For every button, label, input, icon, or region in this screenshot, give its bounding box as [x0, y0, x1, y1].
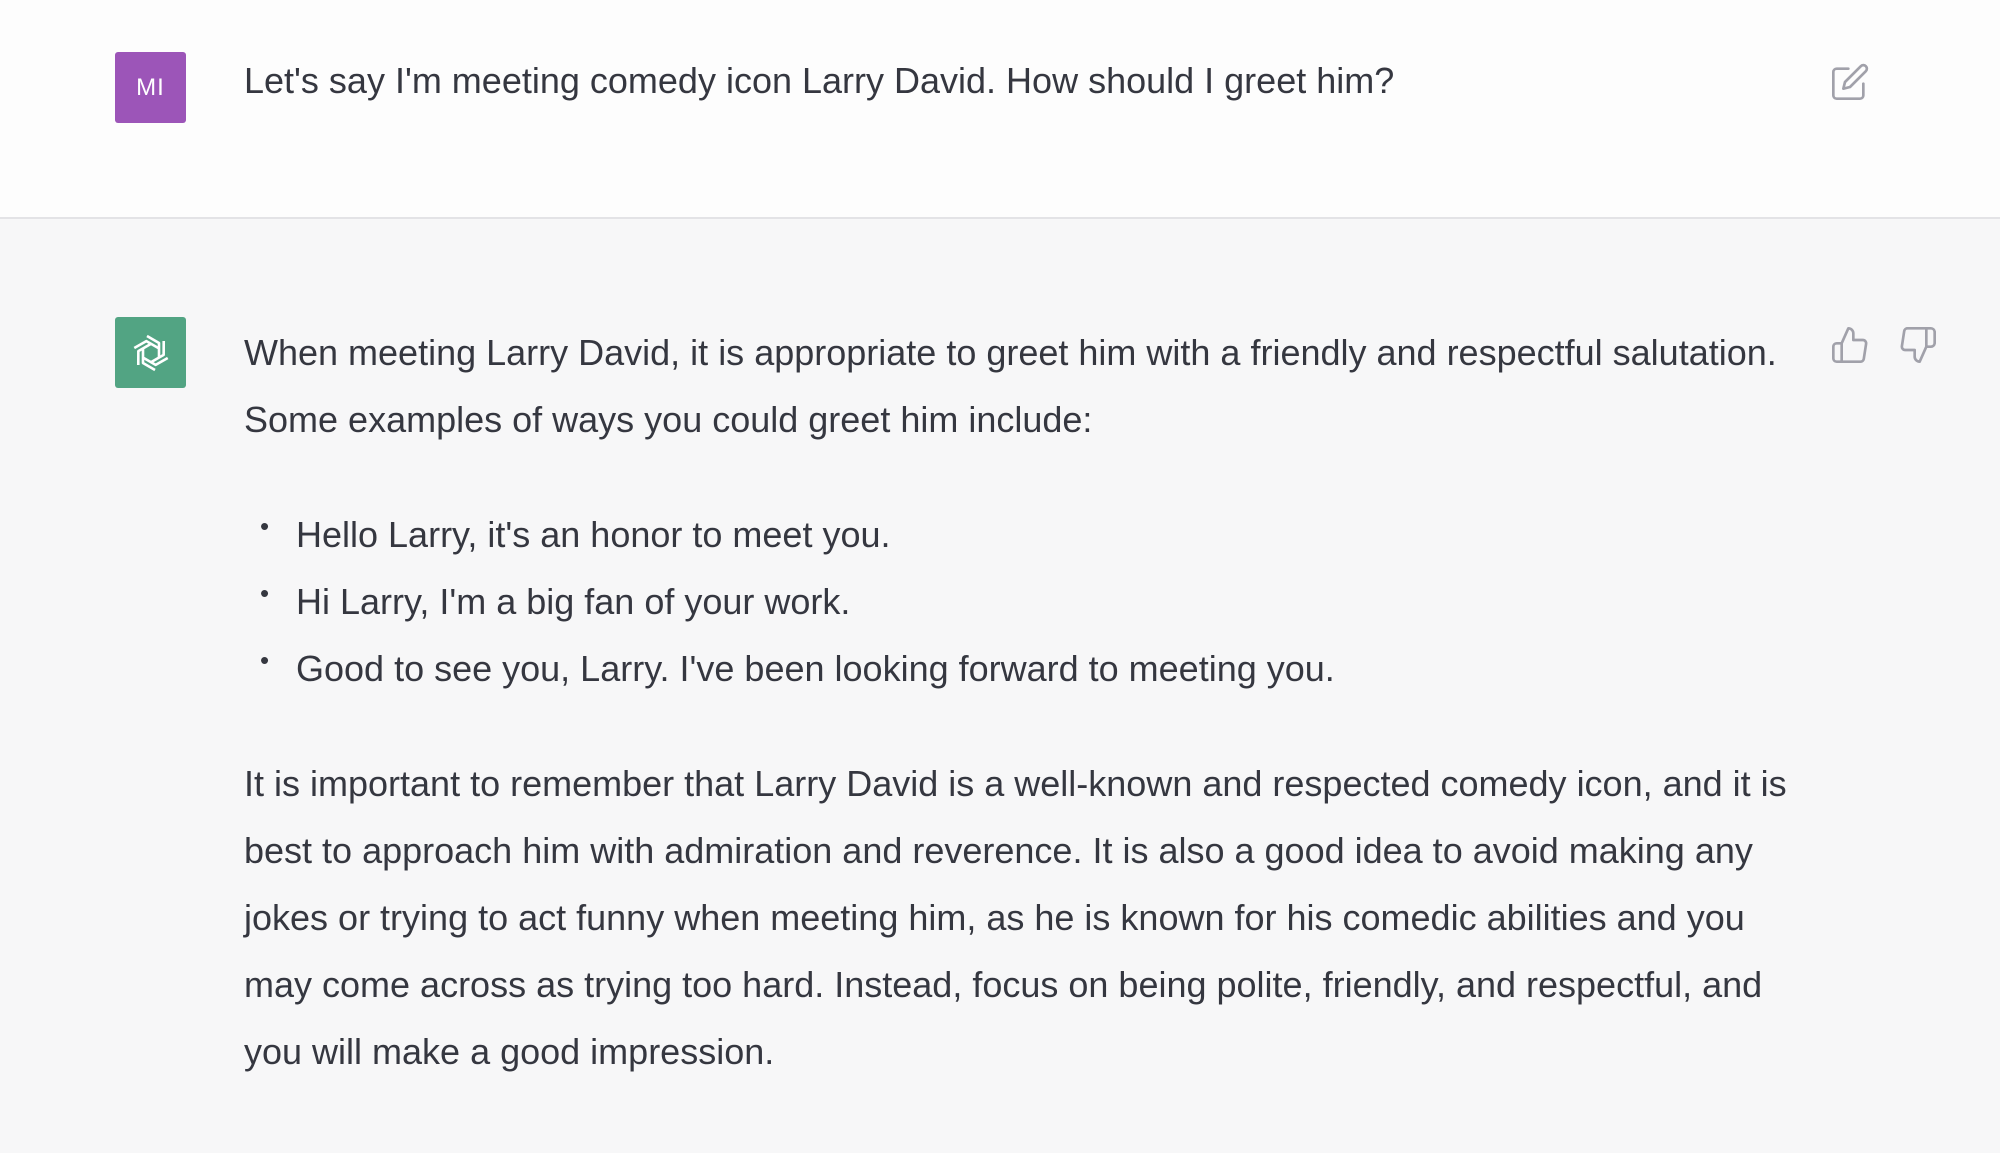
chat-page: MI Let's say I'm meeting comedy icon Lar… — [0, 0, 2000, 1153]
bullet-icon: • — [260, 578, 270, 608]
assistant-message-body: When meeting Larry David, it is appropri… — [244, 319, 1804, 1085]
list-item: • Hi Larry, I'm a big fan of your work. — [260, 568, 1804, 635]
list-item: • Hello Larry, it's an honor to meet you. — [260, 501, 1804, 568]
user-avatar: MI — [115, 52, 186, 123]
assistant-intro-paragraph: When meeting Larry David, it is appropri… — [244, 332, 1777, 440]
assistant-message-row: When meeting Larry David, it is appropri… — [0, 219, 2000, 1153]
bullet-icon: • — [260, 645, 270, 675]
assistant-avatar — [115, 317, 186, 388]
edit-icon[interactable] — [1830, 62, 1870, 102]
bullet-icon: • — [260, 511, 270, 541]
list-item-text: Hello Larry, it's an honor to meet you. — [296, 514, 891, 555]
openai-logo-icon — [133, 334, 168, 371]
thumbs-down-icon[interactable] — [1898, 325, 1938, 365]
user-message-row: MI Let's say I'm meeting comedy icon Lar… — [0, 0, 2000, 219]
greeting-examples-list: • Hello Larry, it's an honor to meet you.… — [244, 501, 1804, 702]
list-item: • Good to see you, Larry. I've been looki… — [260, 635, 1804, 702]
list-item-text: Good to see you, Larry. I've been lookin… — [296, 648, 1335, 689]
assistant-closing-paragraph: It is important to remember that Larry D… — [244, 763, 1787, 1072]
user-message-text: Let's say I'm meeting comedy icon Larry … — [244, 60, 1395, 101]
thumbs-up-icon[interactable] — [1830, 325, 1870, 365]
list-item-text: Hi Larry, I'm a big fan of your work. — [296, 581, 851, 622]
